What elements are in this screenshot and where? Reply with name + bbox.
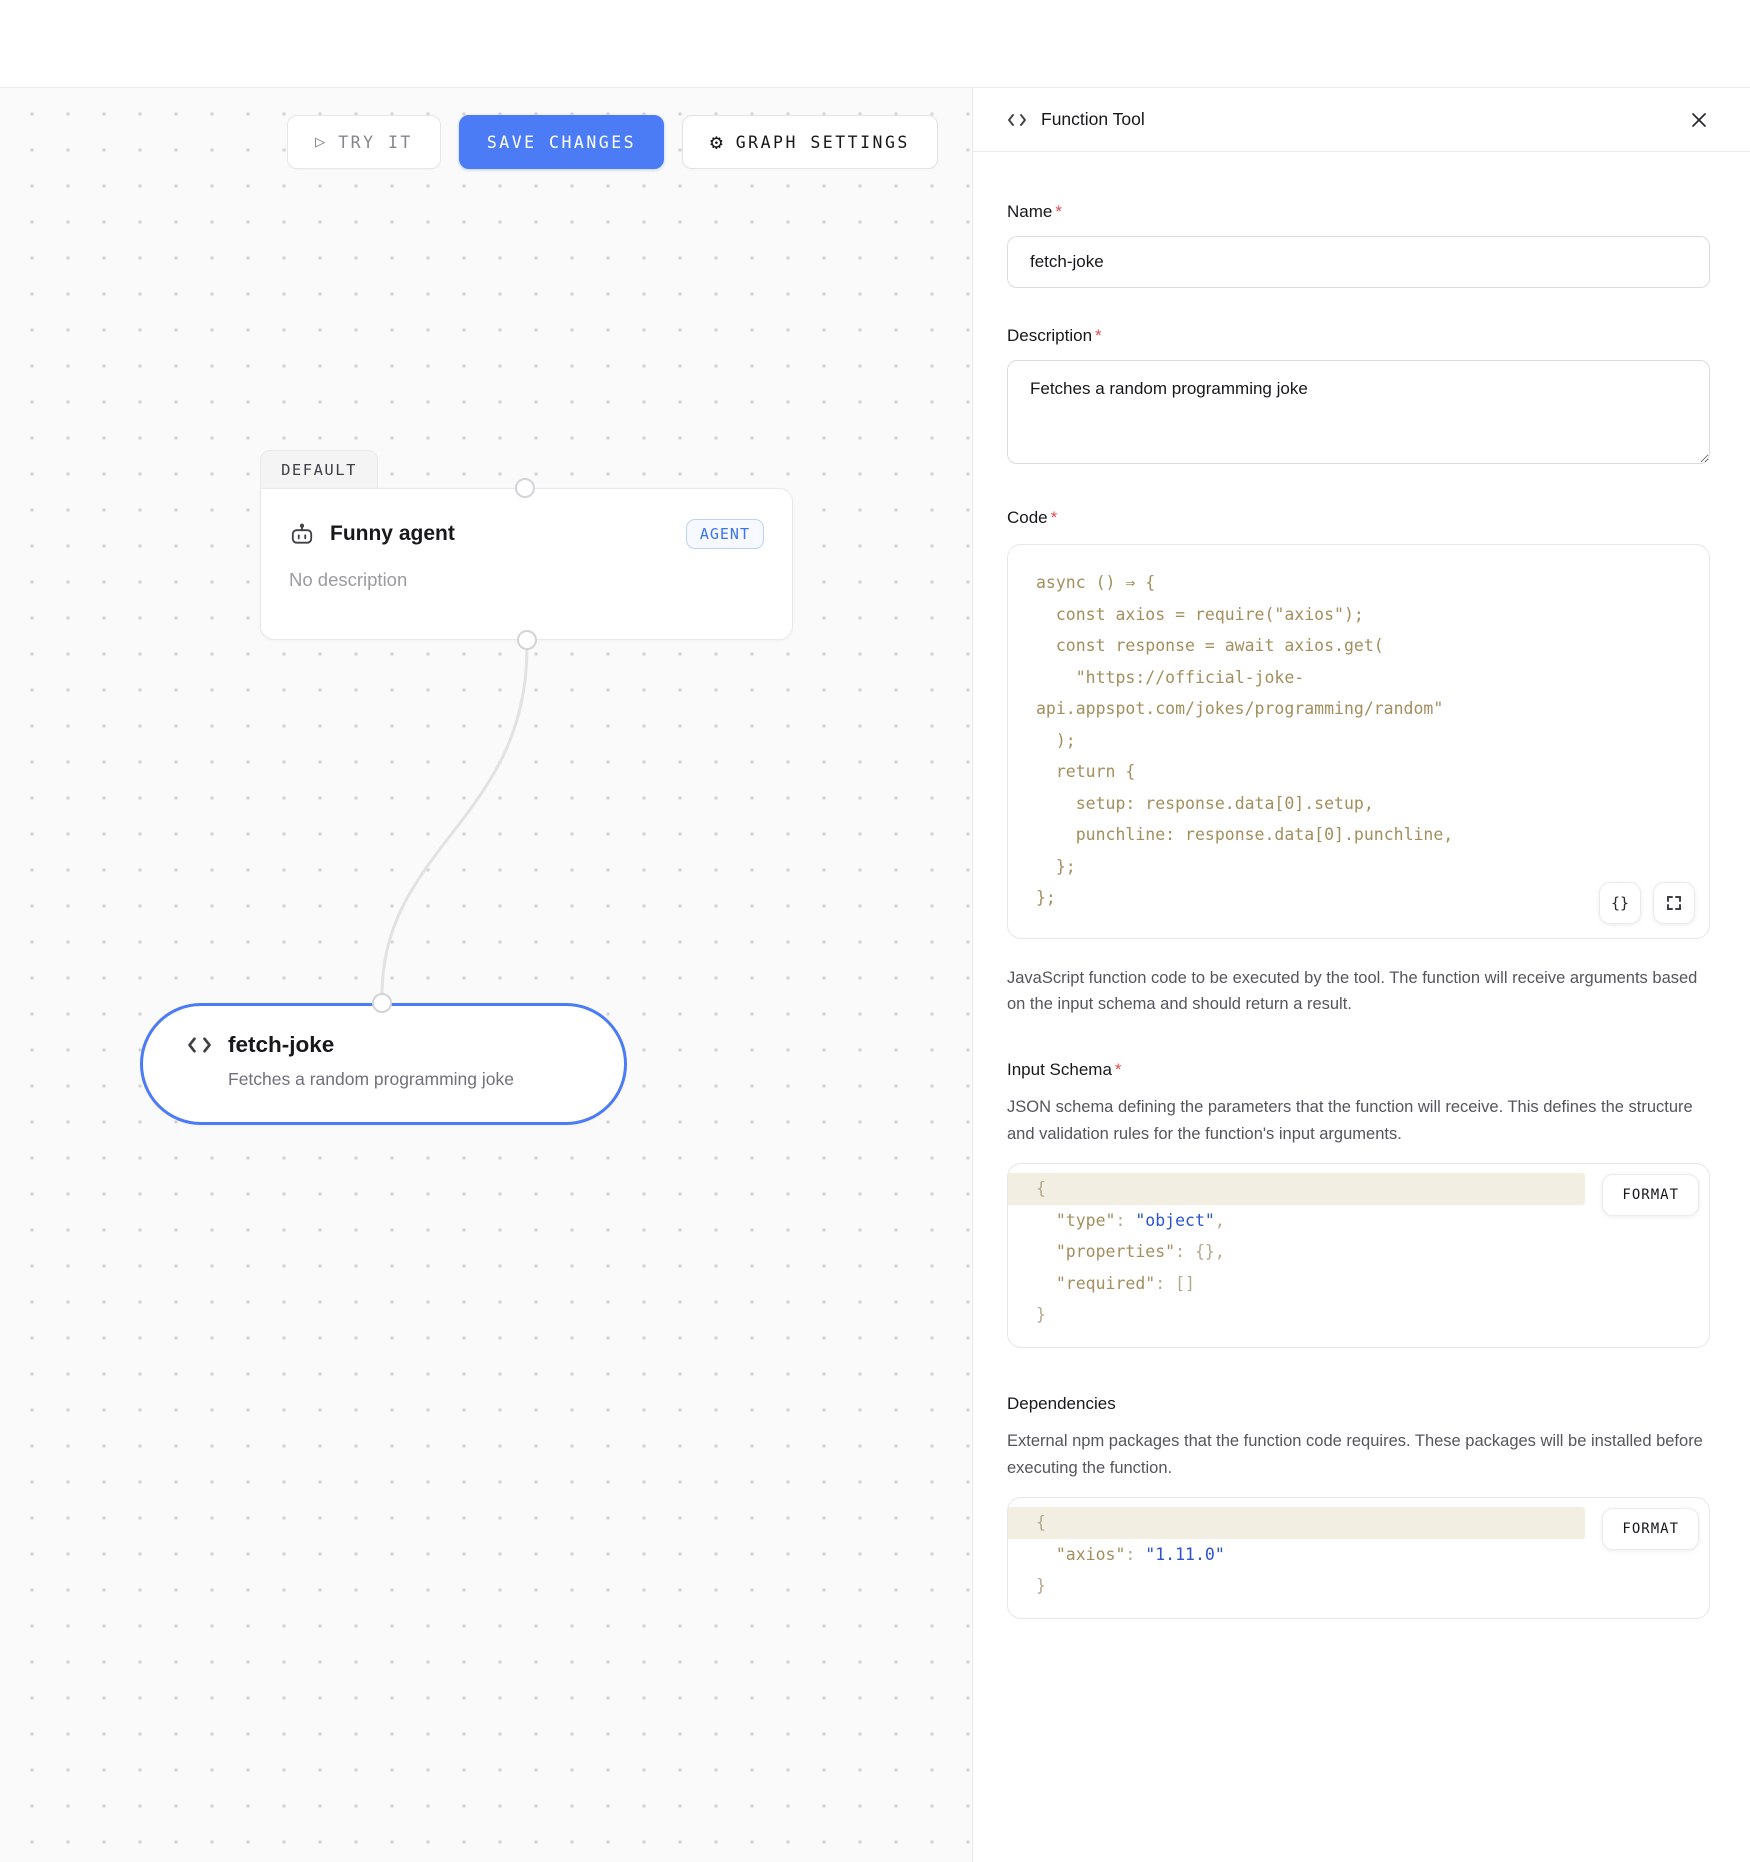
agent-node[interactable]: Funny agent AGENT No description xyxy=(260,488,793,640)
agent-output-handle[interactable] xyxy=(517,630,537,650)
dependencies-editor[interactable]: FORMAT { "axios": "1.11.0"} xyxy=(1007,1497,1710,1619)
top-bar xyxy=(0,0,1750,88)
agent-node-tab[interactable]: DEFAULT xyxy=(260,450,378,489)
graph-canvas[interactable]: ▷ TRY IT SAVE CHANGES ⚙ GRAPH SETTINGS D… xyxy=(0,88,972,1862)
name-label: Name* xyxy=(1007,202,1710,222)
edge-agent-to-tool xyxy=(0,88,972,1862)
tool-node-title: fetch-joke xyxy=(228,1032,334,1058)
code-label-text: Code xyxy=(1007,508,1048,527)
braces-button[interactable]: {} xyxy=(1599,882,1641,924)
code-help-text: JavaScript function code to be executed … xyxy=(1007,965,1710,1018)
panel-body: Name* Description* Fetches a random prog… xyxy=(973,152,1750,1619)
gear-icon: ⚙ xyxy=(710,132,723,153)
input-schema-editor[interactable]: FORMAT { "type": "object", "properties":… xyxy=(1007,1163,1710,1348)
name-input[interactable] xyxy=(1007,236,1710,288)
expand-icon xyxy=(1666,895,1682,911)
app: ▷ TRY IT SAVE CHANGES ⚙ GRAPH SETTINGS D… xyxy=(0,0,1750,1862)
panel-header: Function Tool xyxy=(973,88,1750,152)
try-it-label: TRY IT xyxy=(338,133,413,152)
tool-input-handle[interactable] xyxy=(372,993,392,1013)
description-label: Description* xyxy=(1007,326,1710,346)
code-icon xyxy=(1007,112,1027,128)
panel-title: Function Tool xyxy=(1041,109,1145,130)
play-icon: ▷ xyxy=(315,132,325,152)
code-icon xyxy=(187,1035,212,1055)
description-label-text: Description xyxy=(1007,326,1092,345)
graph-settings-button[interactable]: ⚙ GRAPH SETTINGS xyxy=(682,115,938,169)
main-area: ▷ TRY IT SAVE CHANGES ⚙ GRAPH SETTINGS D… xyxy=(0,88,1750,1862)
code-label: Code* xyxy=(1007,508,1710,528)
agent-node-title: Funny agent xyxy=(330,522,671,546)
dependencies-label: Dependencies xyxy=(1007,1394,1710,1414)
description-textarea[interactable]: Fetches a random programming joke xyxy=(1007,360,1710,464)
required-marker: * xyxy=(1051,508,1058,527)
code-editor-actions: {} xyxy=(1599,882,1695,924)
save-changes-button[interactable]: SAVE CHANGES xyxy=(459,115,664,169)
close-panel-button[interactable] xyxy=(1686,107,1712,133)
close-icon xyxy=(1690,111,1708,129)
required-marker: * xyxy=(1095,326,1102,345)
code-editor-content[interactable]: async () ⇒ { const axios = require("axio… xyxy=(1008,567,1709,914)
dependencies-help-text: External npm packages that the function … xyxy=(1007,1428,1710,1481)
name-label-text: Name xyxy=(1007,202,1052,221)
tool-node-header: fetch-joke xyxy=(187,1032,594,1058)
required-marker: * xyxy=(1115,1060,1122,1079)
dependencies-label-text: Dependencies xyxy=(1007,1394,1116,1413)
required-marker: * xyxy=(1055,202,1062,221)
robot-icon xyxy=(289,521,315,547)
save-changes-label: SAVE CHANGES xyxy=(487,133,636,152)
format-schema-button[interactable]: FORMAT xyxy=(1602,1174,1699,1216)
agent-node-header: Funny agent AGENT xyxy=(289,519,764,549)
input-schema-label: Input Schema* xyxy=(1007,1060,1710,1080)
graph-settings-label: GRAPH SETTINGS xyxy=(736,133,910,152)
code-editor[interactable]: async () ⇒ { const axios = require("axio… xyxy=(1007,544,1710,939)
canvas-toolbar: ▷ TRY IT SAVE CHANGES ⚙ GRAPH SETTINGS xyxy=(287,115,938,169)
expand-button[interactable] xyxy=(1653,882,1695,924)
try-it-button[interactable]: ▷ TRY IT xyxy=(287,115,441,169)
input-schema-help-text: JSON schema defining the parameters that… xyxy=(1007,1094,1710,1147)
tool-node-fetch-joke[interactable]: fetch-joke Fetches a random programming … xyxy=(140,1003,627,1125)
tool-node-description: Fetches a random programming joke xyxy=(228,1069,594,1090)
agent-input-handle[interactable] xyxy=(515,478,535,498)
agent-node-description: No description xyxy=(289,569,764,591)
input-schema-label-text: Input Schema xyxy=(1007,1060,1112,1079)
agent-type-badge: AGENT xyxy=(686,519,764,549)
function-tool-panel: Function Tool Name* Description* Fetches… xyxy=(972,88,1750,1862)
format-dependencies-button[interactable]: FORMAT xyxy=(1602,1508,1699,1550)
